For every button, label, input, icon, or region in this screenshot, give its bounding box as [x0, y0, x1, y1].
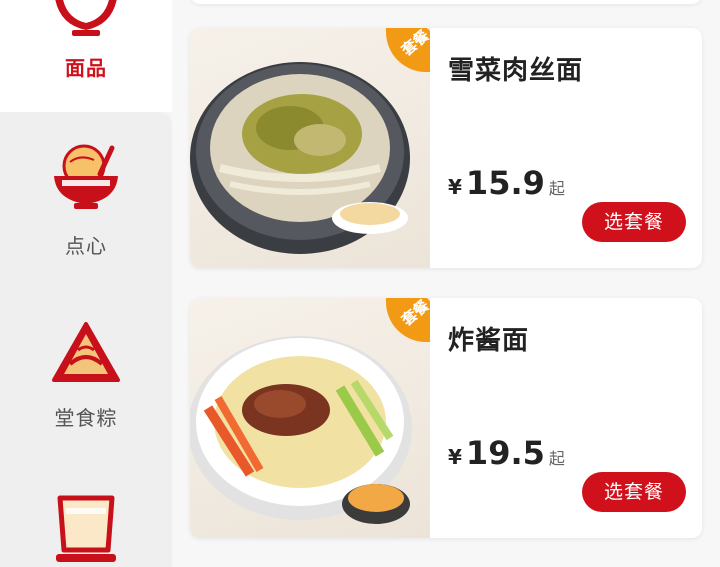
- product-image-zhajiang-noodles: 套餐: [190, 298, 430, 538]
- product-name: 炸酱面: [448, 326, 530, 356]
- sidebar-item-dim-sum[interactable]: 点心: [0, 140, 172, 259]
- price-unit: 起: [548, 179, 565, 198]
- currency-symbol: ¥: [448, 175, 462, 199]
- zongzi-icon: [52, 322, 120, 382]
- select-set-meal-button[interactable]: 选套餐: [582, 202, 686, 242]
- dim-sum-bowl-icon: [54, 144, 118, 209]
- select-set-meal-button[interactable]: 选套餐: [582, 472, 686, 512]
- currency-symbol: ¥: [448, 445, 462, 469]
- sidebar-item-noodles[interactable]: 面品: [0, 0, 172, 112]
- sidebar-item-label: 堂食粽: [54, 406, 118, 430]
- sidebar-item-zongzi[interactable]: 堂食粽: [0, 320, 172, 431]
- price-value: 15.9: [465, 164, 545, 202]
- price-value: 19.5: [465, 434, 545, 472]
- noodle-bowl-icon: [55, 0, 117, 36]
- product-card[interactable]: 套餐 雪菜肉丝面 ¥15.9 起 选套餐: [190, 28, 702, 268]
- category-sidebar: 面品 点心 堂食粽: [0, 0, 172, 567]
- noodle-bowl-photo-icon: [190, 336, 412, 524]
- product-price: ¥19.5 起: [448, 434, 565, 472]
- sidebar-item-label: 点心: [65, 234, 107, 258]
- product-name: 雪菜肉丝面: [448, 56, 584, 86]
- product-list: 套餐 雪菜肉丝面 ¥15.9 起 选套餐 套餐 炸酱面 ¥ 19.5 起 选套餐: [172, 0, 720, 567]
- previous-product-card: [190, 0, 702, 4]
- product-price: ¥15.9 起: [448, 164, 565, 202]
- sidebar-item-drinks[interactable]: [0, 494, 172, 567]
- price-unit: 起: [548, 449, 565, 468]
- noodle-bowl-photo-icon: [190, 62, 410, 254]
- product-image-pickled-cabbage-noodles: 套餐: [190, 28, 430, 268]
- drink-cup-icon: [56, 495, 116, 562]
- sidebar-item-label: 面品: [65, 56, 107, 80]
- product-card[interactable]: 套餐 炸酱面 ¥19.5 起 选套餐: [190, 298, 702, 538]
